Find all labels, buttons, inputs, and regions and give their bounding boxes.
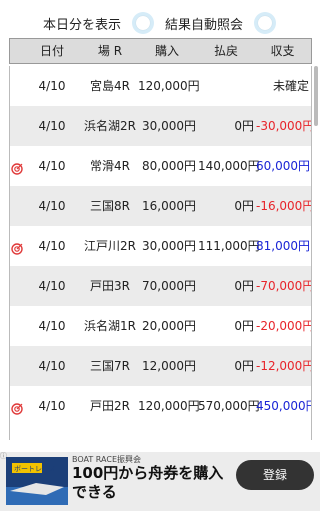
cell-date: 4/10 — [38, 399, 66, 413]
table-row[interactable]: 4/10 常滑4R 80,000円 140,000円 60,000円 — [10, 146, 311, 186]
header-refund: 払戻 — [213, 44, 238, 58]
cell-place: 戸田2R — [90, 399, 130, 413]
target-hit-icon — [11, 240, 23, 255]
cell-buy: 120,000円 — [138, 79, 200, 93]
ad-title[interactable]: 100円から舟券を購入できる — [72, 464, 232, 502]
cell-buy: 20,000円 — [142, 319, 196, 333]
cell-buy: 30,000円 — [142, 119, 196, 133]
scrollbar[interactable] — [314, 66, 318, 126]
table-row[interactable]: 4/10 浜名湖2R 30,000円 0円 -30,000円 — [10, 106, 311, 146]
cell-date: 4/10 — [38, 319, 66, 333]
cell-date: 4/10 — [38, 199, 66, 213]
cell-refund: 0円 — [234, 279, 254, 293]
cell-place: 浜名湖1R — [84, 319, 136, 333]
today-only-toggle[interactable] — [132, 12, 154, 34]
cell-place: 三国8R — [90, 199, 130, 213]
cell-balance: 81,000円 — [256, 239, 310, 253]
cell-balance: -70,000円 — [256, 279, 312, 293]
cell-buy: 30,000円 — [142, 239, 196, 253]
table-header: 日付 場 R 購入 払戻 収支 — [9, 38, 312, 64]
cell-balance: -16,000円 — [256, 199, 312, 213]
table-row[interactable]: 4/10 三国8R 16,000円 0円 -16,000円 — [10, 186, 311, 226]
ad-register-button[interactable]: 登録 — [236, 460, 314, 490]
cell-date: 4/10 — [38, 359, 66, 373]
cell-balance: 60,000円 — [256, 159, 310, 173]
today-only-label: 本日分を表示 — [43, 18, 122, 33]
header-date: 日付 — [39, 44, 64, 58]
cell-place: 江戸川2R — [84, 239, 136, 253]
ad-image[interactable]: ボートレース — [6, 457, 68, 505]
cell-refund: 0円 — [234, 119, 254, 133]
cell-balance: -30,000円 — [256, 119, 312, 133]
cell-refund: 140,000円 — [198, 159, 260, 173]
table-row[interactable]: 4/10 三国7R 12,000円 0円 -12,000円 — [10, 346, 311, 386]
target-hit-icon — [11, 160, 23, 175]
cell-date: 4/10 — [38, 279, 66, 293]
cell-place: 戸田3R — [90, 279, 130, 293]
table-row[interactable]: 4/10 浜名湖1R 20,000円 0円 -20,000円 — [10, 306, 311, 346]
auto-check-toggle[interactable] — [254, 12, 276, 34]
cell-place: 常滑4R — [90, 159, 130, 173]
cell-balance: 未確定 — [272, 79, 309, 93]
cell-buy: 120,000円 — [138, 399, 200, 413]
ad-banner[interactable]: ⓘ ボートレース BOAT RACE振興会 100円から舟券を購入できる 登録 — [0, 452, 320, 511]
table-row[interactable]: 4/10 江戸川2R 30,000円 111,000円 81,000円 — [10, 226, 311, 266]
table-row[interactable]: 4/10 戸田3R 70,000円 0円 -70,000円 — [10, 266, 311, 306]
cell-date: 4/10 — [38, 119, 66, 133]
cell-buy: 80,000円 — [142, 159, 196, 173]
auto-check-label: 結果自動照会 — [165, 18, 244, 33]
cell-refund: 111,000円 — [198, 239, 260, 253]
cell-buy: 16,000円 — [142, 199, 196, 213]
cell-buy: 12,000円 — [142, 359, 196, 373]
ad-image-text: ボートレース — [14, 465, 56, 473]
results-table[interactable]: 4/10 宮島4R 120,000円 未確定 4/10 浜名湖2R 30,000円 0円 -30… — [9, 66, 312, 440]
cell-balance: -12,000円 — [256, 359, 312, 373]
header-buy: 購入 — [154, 44, 179, 58]
cell-buy: 70,000円 — [142, 279, 196, 293]
table-row[interactable]: 4/10 宮島4R 120,000円 未確定 — [10, 66, 311, 106]
cell-date: 4/10 — [38, 79, 66, 93]
table-row[interactable]: 4/10 戸田2R 120,000円 570,000円 450,000円 — [10, 386, 311, 426]
header-balance: 収支 — [270, 44, 295, 58]
target-hit-icon — [11, 400, 23, 415]
cell-refund: 570,000円 — [198, 399, 260, 413]
cell-refund: 0円 — [234, 199, 254, 213]
cell-refund: 0円 — [234, 319, 254, 333]
cell-place: 三国7R — [90, 359, 130, 373]
cell-date: 4/10 — [38, 159, 66, 173]
cell-refund: 0円 — [234, 359, 254, 373]
toggle-bar: 本日分を表示 結果自動照会 — [0, 0, 320, 38]
cell-place: 宮島4R — [90, 79, 130, 93]
cell-refund — [198, 66, 254, 106]
cell-balance: 450,000円 — [256, 399, 312, 413]
header-place: 場 R — [97, 44, 123, 58]
cell-date: 4/10 — [38, 239, 66, 253]
cell-balance: -20,000円 — [256, 319, 312, 333]
cell-place: 浜名湖2R — [84, 119, 136, 133]
